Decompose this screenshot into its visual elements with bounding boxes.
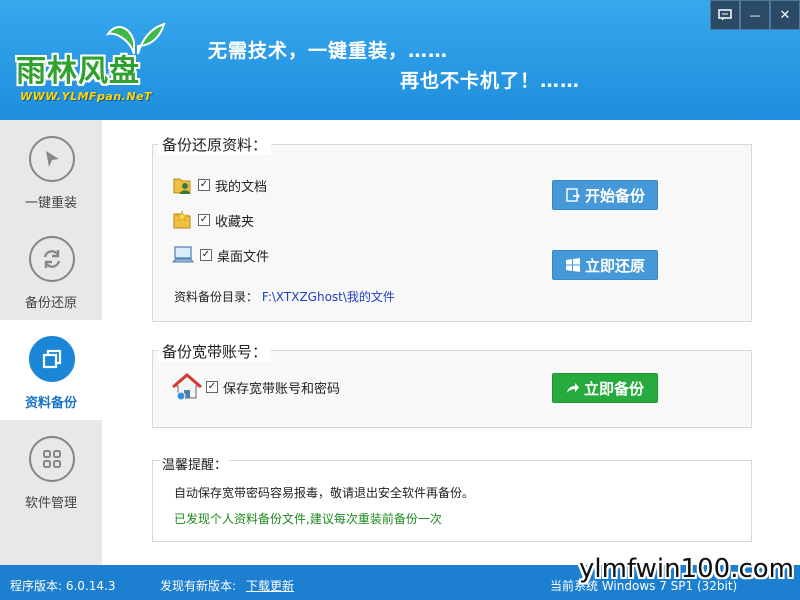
backup-restore-title: 备份还原资料： bbox=[158, 134, 272, 155]
my-documents-checkbox[interactable]: ✓ bbox=[198, 179, 210, 191]
tip-line-1: 自动保存宽带密码容易报毒，敬请退出安全软件再备份。 bbox=[174, 486, 475, 500]
sidebar-icon-circle bbox=[29, 136, 75, 182]
user-folder-icon bbox=[173, 178, 191, 194]
logo-url: WWW.YLMFpan.NeT bbox=[20, 90, 153, 103]
cursor-arrow-icon bbox=[46, 151, 59, 167]
sidebar-item-data-backup[interactable]: 资料备份 bbox=[0, 320, 102, 420]
favorites-folder-icon bbox=[173, 210, 191, 229]
broadband-checkbox[interactable]: ✓ bbox=[206, 381, 218, 393]
sidebar-item-label: 软件管理 bbox=[24, 496, 77, 511]
tips-title: 温馨提醒： bbox=[160, 454, 230, 473]
option-my-documents[interactable]: ✓ 我的文档 bbox=[172, 174, 267, 196]
logo-text: 雨林风盘 bbox=[16, 54, 140, 89]
sidebar-item-software[interactable]: 软件管理 bbox=[0, 420, 102, 520]
option-desktop-files[interactable]: ✓ 桌面文件 bbox=[172, 244, 269, 266]
desktop-files-checkbox[interactable]: ✓ bbox=[200, 249, 212, 261]
sidebar-item-label: 一键重装 bbox=[24, 196, 77, 211]
minimize-button[interactable]: － bbox=[740, 0, 770, 30]
backup-directory: 资料备份目录： F:\XTXZGhost\我的文件 bbox=[174, 288, 395, 305]
minimize-icon: － bbox=[748, 9, 762, 25]
desktop-icon bbox=[172, 246, 194, 263]
sidebar-item-backup-restore[interactable]: 备份还原 bbox=[0, 220, 102, 320]
forward-arrow-icon bbox=[566, 383, 579, 393]
sidebar-icon-circle bbox=[29, 436, 75, 482]
broadband-label: 保存宽带账号和密码 bbox=[223, 381, 341, 397]
slogan-line-1: 无需技术，一键重装，…… bbox=[208, 40, 449, 62]
close-icon: ✕ bbox=[779, 7, 791, 23]
start-backup-label: 开始备份 bbox=[584, 186, 645, 205]
feedback-button[interactable] bbox=[710, 0, 740, 30]
sidebar-icon-circle bbox=[29, 336, 75, 382]
backup-directory-label: 资料备份目录： bbox=[174, 290, 259, 304]
app-header: 雨林风盘 WWW.YLMFpan.NeT 无需技术，一键重装，…… 再也不卡机了… bbox=[0, 0, 800, 120]
sidebar-item-label: 备份还原 bbox=[24, 296, 77, 311]
option-broadband-account[interactable]: ✓ 保存宽带账号和密码 bbox=[172, 372, 340, 402]
copy-icon bbox=[42, 349, 62, 369]
app-logo: 雨林风盘 WWW.YLMFpan.NeT bbox=[10, 10, 185, 110]
restore-now-button[interactable]: 立即还原 bbox=[552, 250, 658, 280]
backup-directory-path[interactable]: F:\XTXZGhost\我的文件 bbox=[262, 290, 395, 304]
program-version: 程序版本: 6.0.14.3 bbox=[10, 579, 116, 593]
slogan-line-2: 再也不卡机了！…… bbox=[400, 70, 581, 92]
my-documents-label: 我的文档 bbox=[215, 179, 268, 195]
window-controls: － ✕ bbox=[710, 0, 800, 30]
tips-group bbox=[152, 460, 752, 542]
favorites-label: 收藏夹 bbox=[215, 214, 255, 230]
sidebar-item-reinstall[interactable]: 一键重装 bbox=[0, 120, 102, 220]
desktop-files-label: 桌面文件 bbox=[217, 249, 270, 265]
sidebar-icon-circle bbox=[29, 236, 75, 282]
backup-now-label: 立即备份 bbox=[583, 379, 644, 398]
tip-line-2: 已发现个人资料备份文件,建议每次重装前备份一次 bbox=[174, 512, 442, 526]
watermark: ylmfwin100.com bbox=[578, 554, 794, 584]
broadband-title: 备份宽带账号： bbox=[158, 341, 272, 362]
restore-now-label: 立即还原 bbox=[584, 256, 645, 275]
new-version-label: 发现有新版本: bbox=[160, 579, 237, 593]
refresh-icon bbox=[43, 250, 61, 268]
sidebar-item-label: 资料备份 bbox=[24, 396, 77, 411]
sidebar: 一键重装 备份还原 资料备份 软件管理 bbox=[0, 120, 102, 565]
feedback-icon bbox=[718, 9, 732, 21]
backup-icon bbox=[566, 188, 580, 202]
start-backup-button[interactable]: 开始备份 bbox=[552, 180, 658, 210]
home-network-icon bbox=[172, 373, 202, 401]
windows-icon bbox=[565, 258, 580, 272]
option-favorites[interactable]: ✓ 收藏夹 bbox=[172, 209, 254, 231]
close-button[interactable]: ✕ bbox=[770, 0, 800, 30]
main-panel: 备份还原资料： ✓ 我的文档 ✓ 收藏夹 ✓ 桌面文件 开始备份 立即还原 资料… bbox=[102, 120, 800, 565]
download-update-link[interactable]: 下载更新 bbox=[246, 577, 294, 594]
favorites-checkbox[interactable]: ✓ bbox=[198, 214, 210, 226]
backup-now-button[interactable]: 立即备份 bbox=[552, 373, 658, 403]
grid-icon bbox=[43, 450, 61, 468]
